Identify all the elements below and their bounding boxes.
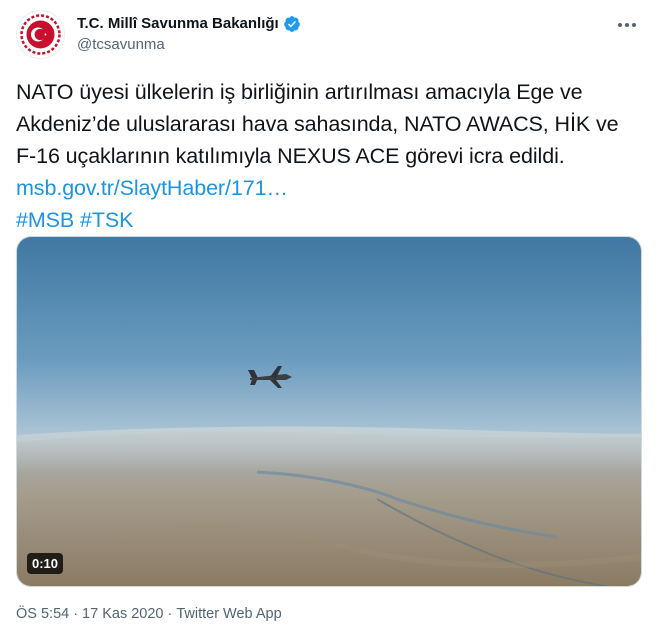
display-name[interactable]: T.C. Millî Savunma Bakanlığı: [77, 15, 279, 32]
tweet-link[interactable]: msb.gov.tr/SlaytHaber/171…: [16, 176, 288, 200]
author-names: T.C. Millî Savunma Bakanlığı @tcsavunma: [77, 13, 301, 53]
tweet-date[interactable]: 17 Kas 2020: [82, 606, 163, 622]
tweet-header: T.C. Millî Savunma Bakanlığı @tcsavunma: [16, 10, 644, 60]
tweet-text-line: NATO üyesi ülkelerin iş birliğinin artır…: [16, 80, 583, 104]
hashtag-msb[interactable]: #MSB: [16, 208, 74, 232]
video-duration-badge: 0:10: [27, 553, 64, 574]
tweet-text-line: F-16 uçaklarının katılımıyla NEXUS ACE g…: [16, 144, 565, 168]
tweet-text: NATO üyesi ülkelerin iş birliğinin artır…: [16, 76, 646, 236]
ministry-crest-icon: [18, 12, 63, 57]
video-player[interactable]: 0:10: [16, 236, 642, 587]
tweet-time[interactable]: ÖS 5:54: [16, 606, 69, 622]
more-options-icon[interactable]: [616, 14, 638, 36]
tweet-source[interactable]: Twitter Web App: [176, 606, 281, 622]
video-thumbnail: [17, 237, 641, 586]
avatar[interactable]: [16, 10, 65, 59]
author-handle[interactable]: @tcsavunma: [77, 36, 301, 53]
tweet-text-line: Akdeniz’de uluslararası hava sahasında, …: [16, 112, 619, 136]
display-name-row: T.C. Millî Savunma Bakanlığı: [77, 13, 301, 34]
tweet-metadata: ÖS 5:54 · 17 Kas 2020 · Twitter Web App: [16, 606, 282, 622]
tweet-card: T.C. Millî Savunma Bakanlığı @tcsavunma …: [0, 0, 656, 641]
meta-separator: ·: [73, 606, 79, 622]
meta-separator: ·: [167, 606, 173, 622]
verified-badge-icon: [283, 15, 301, 33]
hashtag-tsk[interactable]: #TSK: [80, 208, 133, 232]
